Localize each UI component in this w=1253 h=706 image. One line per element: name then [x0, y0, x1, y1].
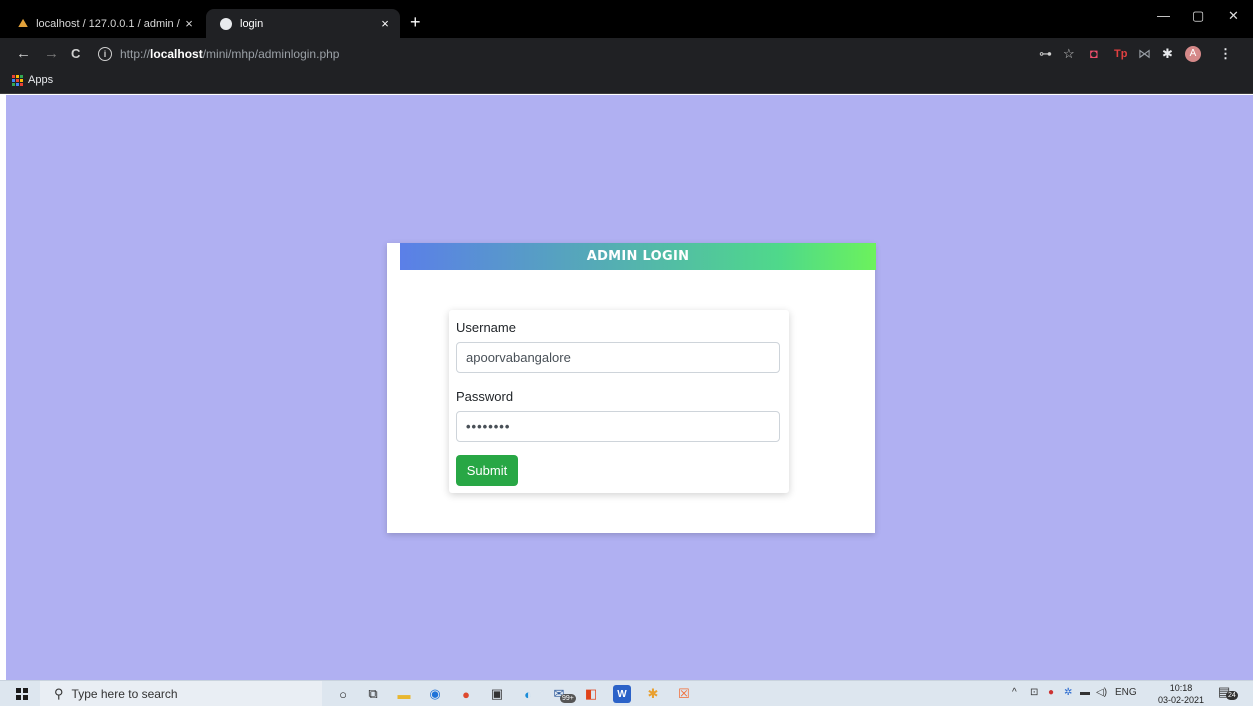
apps-grid-icon	[12, 74, 23, 86]
url-path: /mini/mhp/adminlogin.php	[202, 47, 340, 61]
search-icon: ⚲	[54, 686, 64, 701]
tab-title: login	[240, 17, 264, 30]
xampp-icon[interactable]: ☒	[675, 685, 693, 703]
back-icon[interactable]: ←	[16, 45, 31, 63]
key-icon[interactable]: ⊶	[1039, 47, 1052, 61]
clock-date: 03-02-2021	[1158, 695, 1205, 705]
windows-start-icon[interactable]	[16, 688, 28, 700]
snip-icon[interactable]: ✱	[644, 685, 662, 703]
notification-icon[interactable]: ▤ 24	[1218, 684, 1238, 700]
tab-login[interactable]: login ×	[206, 9, 400, 38]
password-label: Password	[456, 389, 514, 404]
windows-taskbar: ⚲ Type here to search ○ ⧉ ▬ ◉ ● ▣ ◐ ✉ 99…	[0, 680, 1253, 706]
star-icon[interactable]: ☆	[1063, 47, 1075, 61]
taskbar-search[interactable]: ⚲ Type here to search	[40, 681, 322, 706]
maximize-icon[interactable]: ▢	[1192, 8, 1204, 24]
menu-icon[interactable]: ⋮	[1219, 47, 1232, 61]
new-tab-button[interactable]: +	[410, 12, 421, 32]
apps-bookmark[interactable]: Apps	[12, 74, 53, 86]
teams-icon[interactable]: ✲	[1064, 687, 1072, 698]
url-host: localhost	[150, 47, 203, 61]
browser-toolbar: ← → C i http://localhost/mini/mhp/adminl…	[0, 38, 1253, 70]
usb-icon[interactable]: ⊡	[1030, 687, 1038, 698]
admin-login-header: ADMIN LOGIN	[400, 243, 876, 270]
globe-favicon-icon	[220, 17, 232, 30]
safari-icon[interactable]: ◉	[426, 685, 444, 703]
task-view-icon[interactable]: ⧉	[364, 685, 382, 703]
file-explorer-icon[interactable]: ▬	[395, 685, 413, 703]
close-window-icon[interactable]: ✕	[1228, 8, 1239, 24]
bookmarks-bar: Apps	[0, 70, 1253, 94]
chrome-icon[interactable]: ●	[457, 685, 475, 703]
avatar-icon[interactable]: A	[1185, 46, 1201, 62]
tab-localhost-phpmyadmin[interactable]: ⛰ localhost / 127.0.0.1 / admin / re ×	[6, 9, 204, 38]
submit-button[interactable]: Submit	[456, 455, 518, 486]
edge-icon[interactable]: ◐	[519, 685, 537, 703]
pocket-icon[interactable]: ◘	[1090, 47, 1098, 61]
security-icon[interactable]: ●	[1048, 687, 1054, 698]
tp-icon[interactable]: Tp	[1114, 47, 1127, 61]
minimize-icon[interactable]: —	[1157, 8, 1170, 23]
taskbar-clock[interactable]: 10:18 03-02-2021	[1158, 682, 1204, 706]
browser-tab-strip: ⛰ localhost / 127.0.0.1 / admin / re × l…	[0, 0, 1253, 38]
reload-icon[interactable]: C	[71, 45, 80, 63]
forward-icon[interactable]: →	[44, 45, 59, 63]
login-card: ADMIN LOGIN Username apoorvabangalore Pa…	[387, 243, 876, 533]
phpmyadmin-favicon-icon: ⛰	[18, 16, 29, 30]
tray-chevron-icon[interactable]: ^	[1012, 687, 1017, 698]
puzzle-icon[interactable]: ✱	[1162, 47, 1173, 61]
mail-icon[interactable]: ✉ 99+	[550, 685, 576, 703]
login-form: Username apoorvabangalore Password •••••…	[449, 310, 789, 493]
page-viewport: ADMIN LOGIN Username apoorvabangalore Pa…	[6, 95, 1253, 680]
volume-icon[interactable]: ◁)	[1096, 687, 1107, 698]
username-label: Username	[456, 320, 516, 335]
office-icon[interactable]: ◧	[582, 685, 600, 703]
address-bar[interactable]: i http://localhost/mini/mhp/adminlogin.p…	[98, 43, 1098, 65]
language-indicator[interactable]: ENG	[1115, 687, 1137, 698]
username-input[interactable]: apoorvabangalore	[456, 342, 780, 373]
store-icon[interactable]: ▣	[488, 685, 506, 703]
battery-icon[interactable]: ▬	[1080, 687, 1090, 698]
apps-label: Apps	[28, 74, 54, 86]
word-icon[interactable]: W	[613, 685, 631, 703]
search-placeholder: Type here to search	[71, 687, 178, 701]
url-prefix: http://	[120, 47, 151, 61]
close-tab-icon[interactable]: ×	[376, 16, 394, 31]
password-input[interactable]: ••••••••	[456, 411, 780, 442]
close-tab-icon[interactable]: ×	[180, 16, 198, 31]
notification-count: 24	[1226, 691, 1238, 700]
mail-badge: 99+	[560, 694, 576, 703]
extension-icon[interactable]: ⋈	[1138, 47, 1151, 61]
cortana-icon[interactable]: ○	[334, 685, 352, 703]
info-icon[interactable]: i	[98, 47, 112, 61]
tab-title: localhost / 127.0.0.1 / admin / re	[36, 17, 180, 30]
clock-time: 10:18	[1169, 683, 1193, 693]
